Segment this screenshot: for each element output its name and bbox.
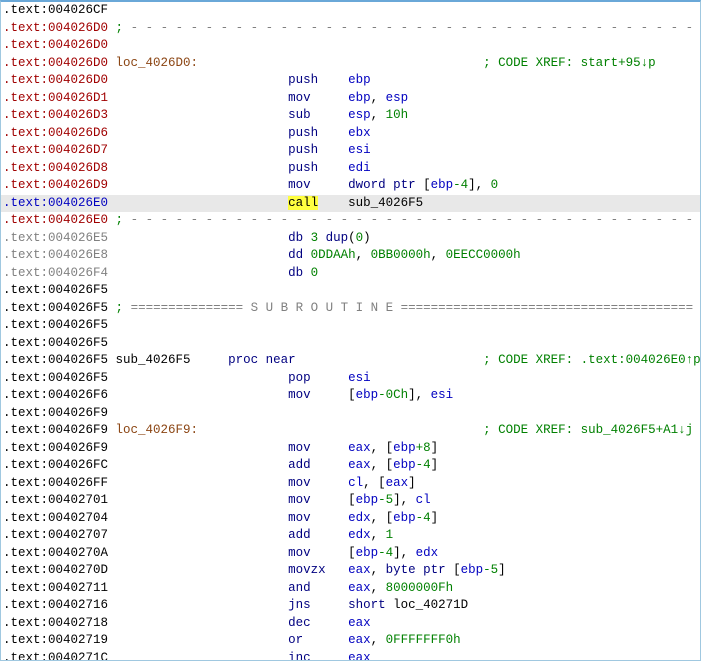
disasm-line[interactable]: .text:004026FC add eax, [ebp-4] [1, 457, 700, 475]
disasm-line[interactable]: .text:004026F5 sub_4026F5 proc near ; CO… [1, 352, 700, 370]
disasm-line[interactable]: .text:004026D3 sub esp, 10h [1, 107, 700, 125]
disasm-line[interactable]: .text:004026D7 push esi [1, 142, 700, 160]
disasm-line[interactable]: .text:00402701 mov [ebp-5], cl [1, 492, 700, 510]
disassembly-view[interactable]: .text:004026CF.text:004026D0 ; - - - - -… [0, 0, 701, 661]
disasm-line[interactable]: .text:00402704 mov edx, [ebp-4] [1, 510, 700, 528]
disasm-line[interactable]: .text:004026F5 ; =============== S U B R… [1, 300, 700, 318]
disasm-line[interactable]: .text:004026CF [1, 2, 700, 20]
disasm-line[interactable]: .text:0040271C inc eax [1, 650, 700, 661]
disasm-line[interactable]: .text:004026D6 push ebx [1, 125, 700, 143]
disasm-line[interactable]: .text:00402711 and eax, 8000000Fh [1, 580, 700, 598]
disasm-line[interactable]: .text:004026F6 mov [ebp-0Ch], esi [1, 387, 700, 405]
disasm-line[interactable]: .text:004026E0 ; - - - - - - - - - - - -… [1, 212, 700, 230]
disasm-line[interactable]: .text:004026E8 dd 0DDAAh, 0BB0000h, 0EEC… [1, 247, 700, 265]
disasm-line[interactable]: .text:004026D0 push ebp [1, 72, 700, 90]
disasm-line[interactable]: .text:004026E5 db 3 dup(0) [1, 230, 700, 248]
disasm-line[interactable]: .text:0040270A mov [ebp-4], edx [1, 545, 700, 563]
disassembly-lines: .text:004026CF.text:004026D0 ; - - - - -… [1, 2, 700, 661]
disasm-line[interactable]: .text:004026F5 [1, 282, 700, 300]
disasm-line[interactable]: .text:004026F5 [1, 335, 700, 353]
disasm-line[interactable]: .text:004026FF mov cl, [eax] [1, 475, 700, 493]
disasm-line[interactable]: .text:004026D0 ; - - - - - - - - - - - -… [1, 20, 700, 38]
disasm-line[interactable]: .text:004026F4 db 0 [1, 265, 700, 283]
disasm-line[interactable]: .text:00402716 jns short loc_40271D [1, 597, 700, 615]
disasm-line[interactable]: .text:004026E0 call sub_4026F5 [1, 195, 700, 213]
disasm-line[interactable]: .text:00402707 add edx, 1 [1, 527, 700, 545]
disasm-line[interactable]: .text:004026D8 push edi [1, 160, 700, 178]
disasm-line[interactable]: .text:004026F9 mov eax, [ebp+8] [1, 440, 700, 458]
disasm-line[interactable]: .text:004026D1 mov ebp, esp [1, 90, 700, 108]
disasm-line[interactable]: .text:004026F9 [1, 405, 700, 423]
disasm-line[interactable]: .text:00402719 or eax, 0FFFFFFF0h [1, 632, 700, 650]
disasm-line[interactable]: .text:004026D0 [1, 37, 700, 55]
disasm-line[interactable]: .text:004026F5 pop esi [1, 370, 700, 388]
disasm-line[interactable]: .text:004026D9 mov dword ptr [ebp-4], 0 [1, 177, 700, 195]
disasm-line[interactable]: .text:0040270D movzx eax, byte ptr [ebp-… [1, 562, 700, 580]
disasm-line[interactable]: .text:00402718 dec eax [1, 615, 700, 633]
disasm-line[interactable]: .text:004026F9 loc_4026F9: ; CODE XREF: … [1, 422, 700, 440]
disasm-line[interactable]: .text:004026D0 loc_4026D0: ; CODE XREF: … [1, 55, 700, 73]
disasm-line[interactable]: .text:004026F5 [1, 317, 700, 335]
